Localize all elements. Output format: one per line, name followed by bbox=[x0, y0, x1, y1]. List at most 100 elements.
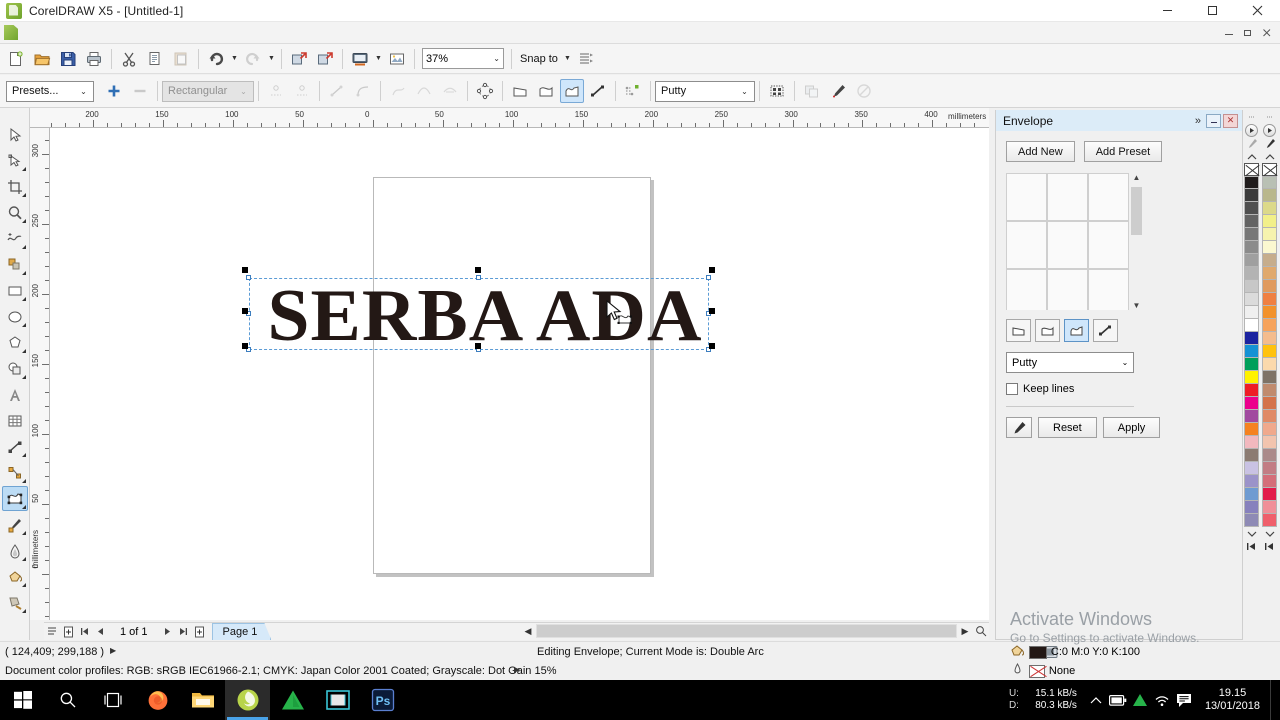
node-edit-button[interactable] bbox=[473, 79, 497, 103]
undo-button[interactable] bbox=[203, 46, 229, 72]
add-preset-button[interactable]: Add Preset bbox=[1083, 141, 1163, 162]
start-button[interactable] bbox=[0, 680, 45, 720]
polygon-tool[interactable] bbox=[2, 330, 28, 355]
freehand-tool[interactable] bbox=[2, 226, 28, 251]
envelope-straight-line-mode[interactable] bbox=[508, 79, 532, 103]
selection-handle[interactable] bbox=[475, 343, 481, 349]
page-options-icon[interactable] bbox=[44, 624, 60, 640]
print-button[interactable] bbox=[81, 46, 107, 72]
delete-node-button[interactable] bbox=[290, 79, 314, 103]
palette-color-swatch[interactable] bbox=[1262, 501, 1277, 514]
palette-color-swatch[interactable] bbox=[1262, 423, 1277, 436]
copy-envelope-properties-button[interactable] bbox=[826, 79, 850, 103]
convert-to-line-button[interactable] bbox=[325, 79, 349, 103]
palette-color-swatch[interactable] bbox=[1244, 332, 1259, 345]
envelope-preset-cell[interactable] bbox=[1047, 269, 1088, 310]
search-button[interactable] bbox=[45, 680, 90, 720]
envelope-preset-grid[interactable] bbox=[1006, 173, 1129, 310]
palette-color-swatch[interactable] bbox=[1262, 254, 1277, 267]
minimize-document-button[interactable] bbox=[1219, 24, 1238, 41]
rectangle-tool[interactable] bbox=[2, 278, 28, 303]
selection-handle[interactable] bbox=[709, 343, 715, 349]
envelope-node[interactable] bbox=[706, 275, 711, 280]
taskbar-clock[interactable]: 19.15 13/01/2018 bbox=[1195, 687, 1270, 713]
palette-scroll-home-icon-2[interactable] bbox=[1262, 540, 1277, 553]
maximize-window-button[interactable] bbox=[1190, 0, 1235, 22]
ellipse-tool[interactable] bbox=[2, 304, 28, 329]
coreldraw-taskbar-button[interactable] bbox=[225, 680, 270, 720]
blend-tool[interactable] bbox=[1, 486, 28, 511]
palette-color-swatch[interactable] bbox=[1244, 475, 1259, 488]
selection-handle[interactable] bbox=[709, 308, 715, 314]
no-color-swatch-1[interactable] bbox=[1244, 163, 1259, 176]
first-page-icon[interactable] bbox=[76, 624, 92, 640]
palette-eyedropper-icon-1[interactable] bbox=[1244, 137, 1259, 150]
palette-color-swatch[interactable] bbox=[1244, 410, 1259, 423]
redo-button[interactable] bbox=[240, 46, 266, 72]
envelope-presets-combo[interactable]: Presets... ⌄ bbox=[6, 80, 94, 102]
basic-shapes-tool[interactable] bbox=[2, 356, 28, 381]
drawing-canvas[interactable]: SERBA ADA bbox=[50, 128, 989, 620]
battery-icon[interactable] bbox=[1107, 680, 1129, 720]
palette-color-swatch[interactable] bbox=[1244, 215, 1259, 228]
preset-grid-scrollbar[interactable]: ▲ ▼ bbox=[1130, 173, 1143, 310]
cusp-node-button[interactable] bbox=[386, 79, 410, 103]
keep-lines-button[interactable] bbox=[800, 79, 824, 103]
minimize-window-button[interactable] bbox=[1145, 0, 1190, 22]
no-color-swatch-2[interactable] bbox=[1262, 163, 1277, 176]
envelope-straight-line-mode[interactable] bbox=[1006, 319, 1031, 342]
import-button[interactable] bbox=[286, 46, 312, 72]
palette-color-swatch[interactable] bbox=[1244, 488, 1259, 501]
text-tool[interactable] bbox=[2, 382, 28, 407]
palette-eyedropper-icon-2[interactable] bbox=[1262, 137, 1277, 150]
open-document-button[interactable] bbox=[29, 46, 55, 72]
docker-mapping-mode-combo[interactable]: Putty ⌄ bbox=[1006, 352, 1134, 373]
green-triangle-icon[interactable] bbox=[1129, 680, 1151, 720]
show-desktop-button[interactable] bbox=[1270, 680, 1276, 720]
envelope-preset-cell[interactable] bbox=[1047, 221, 1088, 269]
palette-color-swatch[interactable] bbox=[1262, 176, 1277, 189]
firefox-taskbar-button[interactable] bbox=[135, 680, 180, 720]
envelope-preset-cell[interactable] bbox=[1047, 173, 1088, 221]
photoshop-taskbar-button[interactable]: Ps bbox=[360, 680, 405, 720]
envelope-preset-cell[interactable] bbox=[1088, 269, 1129, 310]
add-node-button[interactable] bbox=[264, 79, 288, 103]
palette-color-swatch[interactable] bbox=[1244, 436, 1259, 449]
snap-to-button[interactable]: Snap to bbox=[516, 53, 562, 65]
launcher-dropdown-arrow[interactable]: ▼ bbox=[373, 46, 384, 72]
video-editor-taskbar-button[interactable] bbox=[315, 680, 360, 720]
palette-color-swatch[interactable] bbox=[1244, 371, 1259, 384]
restore-document-button[interactable] bbox=[1238, 24, 1257, 41]
palette-color-swatch[interactable] bbox=[1262, 189, 1277, 202]
selection-handle[interactable] bbox=[709, 267, 715, 273]
cut-button[interactable] bbox=[116, 46, 142, 72]
selection-handle[interactable] bbox=[242, 343, 248, 349]
palette-color-swatch[interactable] bbox=[1244, 280, 1259, 293]
selection-handle[interactable] bbox=[475, 267, 481, 273]
export-button[interactable] bbox=[312, 46, 338, 72]
palette-color-swatch[interactable] bbox=[1244, 293, 1259, 306]
palette-color-swatch[interactable] bbox=[1262, 319, 1277, 332]
palette-color-swatch[interactable] bbox=[1262, 241, 1277, 254]
page-1-surface[interactable] bbox=[373, 177, 651, 574]
dimension-tool[interactable] bbox=[2, 434, 28, 459]
palette-color-swatch[interactable] bbox=[1262, 449, 1277, 462]
last-page-icon[interactable] bbox=[176, 624, 192, 640]
palette-color-swatch[interactable] bbox=[1262, 371, 1277, 384]
palette-color-swatch[interactable] bbox=[1262, 215, 1277, 228]
zoom-tool[interactable] bbox=[2, 200, 28, 225]
selection-handle[interactable] bbox=[242, 308, 248, 314]
status-expand-arrow-icon[interactable]: ▶ bbox=[110, 646, 116, 655]
envelope-single-arc-mode[interactable] bbox=[534, 79, 558, 103]
palette-color-swatch[interactable] bbox=[1262, 436, 1277, 449]
outline-color-swatch[interactable] bbox=[1028, 664, 1045, 678]
docker-close-button[interactable]: ✕ bbox=[1223, 113, 1238, 128]
crop-tool[interactable] bbox=[2, 174, 28, 199]
envelope-mode-combo[interactable]: Rectangular ⌄ bbox=[162, 80, 254, 102]
palette-color-swatch[interactable] bbox=[1262, 475, 1277, 488]
palette-color-swatch[interactable] bbox=[1262, 280, 1277, 293]
chevron-up-icon[interactable] bbox=[1085, 680, 1107, 720]
palette-color-swatch[interactable] bbox=[1262, 410, 1277, 423]
palette-color-swatch[interactable] bbox=[1244, 514, 1259, 527]
envelope-unconstrained-mode[interactable] bbox=[586, 79, 610, 103]
